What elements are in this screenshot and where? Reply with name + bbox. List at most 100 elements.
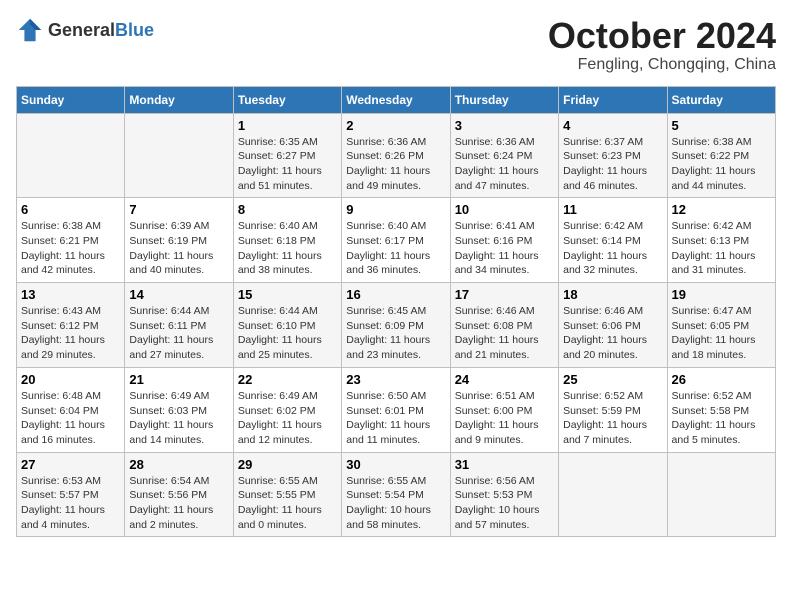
calendar-cell: 30 Sunrise: 6:55 AMSunset: 5:54 PMDayligh…: [342, 452, 450, 537]
day-detail: Sunrise: 6:37 AMSunset: 6:23 PMDaylight:…: [563, 136, 647, 192]
calendar-cell: 15Sunrise: 6:44 AMSunset: 6:10 PMDayligh…: [233, 283, 341, 368]
calendar-cell: 5 Sunrise: 6:38 AMSunset: 6:22 PMDaylight…: [667, 113, 775, 198]
day-detail: Sunrise: 6:45 AMSunset: 6:09 PMDaylight:…: [346, 305, 430, 361]
day-detail: Sunrise: 6:50 AMSunset: 6:01 PMDaylight:…: [346, 390, 430, 446]
day-number: 3: [455, 118, 554, 133]
calendar-week-2: 6 Sunrise: 6:38 AMSunset: 6:21 PMDaylight…: [17, 198, 776, 283]
calendar-cell: 31Sunrise: 6:56 AMSunset: 5:53 PMDayligh…: [450, 452, 558, 537]
day-number: 28: [129, 457, 228, 472]
day-detail: Sunrise: 6:42 AMSunset: 6:14 PMDaylight:…: [563, 220, 647, 276]
calendar-cell: 2 Sunrise: 6:36 AMSunset: 6:26 PMDaylight…: [342, 113, 450, 198]
day-number: 30: [346, 457, 445, 472]
calendar-cell: [559, 452, 667, 537]
day-detail: Sunrise: 6:40 AMSunset: 6:18 PMDaylight:…: [238, 220, 322, 276]
day-detail: Sunrise: 6:42 AMSunset: 6:13 PMDaylight:…: [672, 220, 756, 276]
day-number: 19: [672, 287, 771, 302]
logo: General Blue: [16, 16, 154, 44]
day-detail: Sunrise: 6:38 AMSunset: 6:21 PMDaylight:…: [21, 220, 105, 276]
calendar-cell: 21 Sunrise: 6:49 AMSunset: 6:03 PMDayligh…: [125, 367, 233, 452]
day-number: 10: [455, 202, 554, 217]
calendar-cell: 4Sunrise: 6:37 AMSunset: 6:23 PMDaylight…: [559, 113, 667, 198]
calendar-week-5: 27 Sunrise: 6:53 AMSunset: 5:57 PMDayligh…: [17, 452, 776, 537]
calendar-cell: 11 Sunrise: 6:42 AMSunset: 6:14 PMDayligh…: [559, 198, 667, 283]
calendar-cell: 28 Sunrise: 6:54 AMSunset: 5:56 PMDayligh…: [125, 452, 233, 537]
calendar-week-1: 1Sunrise: 6:35 AMSunset: 6:27 PMDaylight…: [17, 113, 776, 198]
day-number: 22: [238, 372, 337, 387]
day-number: 27: [21, 457, 120, 472]
day-number: 31: [455, 457, 554, 472]
col-header-sunday: Sunday: [17, 86, 125, 113]
calendar-cell: 14Sunrise: 6:44 AMSunset: 6:11 PMDayligh…: [125, 283, 233, 368]
day-number: 20: [21, 372, 120, 387]
calendar-cell: 25 Sunrise: 6:52 AMSunset: 5:59 PMDayligh…: [559, 367, 667, 452]
day-number: 26: [672, 372, 771, 387]
calendar-cell: 22 Sunrise: 6:49 AMSunset: 6:02 PMDayligh…: [233, 367, 341, 452]
title-block: October 2024 Fengling, Chongqing, China: [548, 16, 776, 74]
location-title: Fengling, Chongqing, China: [548, 56, 776, 74]
day-detail: Sunrise: 6:54 AMSunset: 5:56 PMDaylight:…: [129, 475, 213, 531]
day-number: 25: [563, 372, 662, 387]
calendar-cell: 9 Sunrise: 6:40 AMSunset: 6:17 PMDaylight…: [342, 198, 450, 283]
day-detail: Sunrise: 6:38 AMSunset: 6:22 PMDaylight:…: [672, 136, 756, 192]
day-number: 5: [672, 118, 771, 133]
day-number: 21: [129, 372, 228, 387]
calendar-cell: 18 Sunrise: 6:46 AMSunset: 6:06 PMDayligh…: [559, 283, 667, 368]
calendar-cell: [17, 113, 125, 198]
day-detail: Sunrise: 6:39 AMSunset: 6:19 PMDaylight:…: [129, 220, 213, 276]
day-detail: Sunrise: 6:46 AMSunset: 6:08 PMDaylight:…: [455, 305, 539, 361]
calendar-cell: 10 Sunrise: 6:41 AMSunset: 6:16 PMDayligh…: [450, 198, 558, 283]
month-title: October 2024: [548, 16, 776, 56]
day-number: 16: [346, 287, 445, 302]
day-detail: Sunrise: 6:52 AMSunset: 5:58 PMDaylight:…: [672, 390, 756, 446]
day-detail: Sunrise: 6:36 AMSunset: 6:26 PMDaylight:…: [346, 136, 430, 192]
day-number: 11: [563, 202, 662, 217]
calendar-cell: 17 Sunrise: 6:46 AMSunset: 6:08 PMDayligh…: [450, 283, 558, 368]
calendar-cell: 20Sunrise: 6:48 AMSunset: 6:04 PMDayligh…: [17, 367, 125, 452]
col-header-thursday: Thursday: [450, 86, 558, 113]
day-number: 8: [238, 202, 337, 217]
day-number: 29: [238, 457, 337, 472]
day-detail: Sunrise: 6:53 AMSunset: 5:57 PMDaylight:…: [21, 475, 105, 531]
day-detail: Sunrise: 6:40 AMSunset: 6:17 PMDaylight:…: [346, 220, 430, 276]
col-header-friday: Friday: [559, 86, 667, 113]
day-number: 18: [563, 287, 662, 302]
day-detail: Sunrise: 6:41 AMSunset: 6:16 PMDaylight:…: [455, 220, 539, 276]
calendar-cell: 29 Sunrise: 6:55 AMSunset: 5:55 PMDayligh…: [233, 452, 341, 537]
calendar-cell: 7 Sunrise: 6:39 AMSunset: 6:19 PMDaylight…: [125, 198, 233, 283]
day-detail: Sunrise: 6:36 AMSunset: 6:24 PMDaylight:…: [455, 136, 539, 192]
calendar-header-row: SundayMondayTuesdayWednesdayThursdayFrid…: [17, 86, 776, 113]
calendar-cell: 19 Sunrise: 6:47 AMSunset: 6:05 PMDayligh…: [667, 283, 775, 368]
calendar-cell: 13Sunrise: 6:43 AMSunset: 6:12 PMDayligh…: [17, 283, 125, 368]
day-detail: Sunrise: 6:55 AMSunset: 5:55 PMDaylight:…: [238, 475, 322, 531]
day-number: 9: [346, 202, 445, 217]
logo-text-general: General: [48, 20, 115, 41]
day-number: 13: [21, 287, 120, 302]
calendar-cell: 23Sunrise: 6:50 AMSunset: 6:01 PMDayligh…: [342, 367, 450, 452]
logo-icon: [16, 16, 44, 44]
calendar-cell: 3 Sunrise: 6:36 AMSunset: 6:24 PMDaylight…: [450, 113, 558, 198]
calendar-cell: 24Sunrise: 6:51 AMSunset: 6:00 PMDayligh…: [450, 367, 558, 452]
calendar-cell: 27 Sunrise: 6:53 AMSunset: 5:57 PMDayligh…: [17, 452, 125, 537]
calendar-cell: 8 Sunrise: 6:40 AMSunset: 6:18 PMDaylight…: [233, 198, 341, 283]
day-number: 17: [455, 287, 554, 302]
col-header-tuesday: Tuesday: [233, 86, 341, 113]
day-number: 6: [21, 202, 120, 217]
calendar-cell: [125, 113, 233, 198]
day-detail: Sunrise: 6:55 AMSunset: 5:54 PMDaylight:…: [346, 475, 431, 531]
day-detail: Sunrise: 6:49 AMSunset: 6:02 PMDaylight:…: [238, 390, 322, 446]
page-header: General Blue October 2024 Fengling, Chon…: [16, 16, 776, 74]
day-number: 14: [129, 287, 228, 302]
day-detail: Sunrise: 6:46 AMSunset: 6:06 PMDaylight:…: [563, 305, 647, 361]
calendar-table: SundayMondayTuesdayWednesdayThursdayFrid…: [16, 86, 776, 538]
calendar-cell: 16 Sunrise: 6:45 AMSunset: 6:09 PMDayligh…: [342, 283, 450, 368]
col-header-saturday: Saturday: [667, 86, 775, 113]
day-number: 2: [346, 118, 445, 133]
calendar-cell: [667, 452, 775, 537]
day-detail: Sunrise: 6:49 AMSunset: 6:03 PMDaylight:…: [129, 390, 213, 446]
day-number: 1: [238, 118, 337, 133]
day-number: 24: [455, 372, 554, 387]
day-detail: Sunrise: 6:47 AMSunset: 6:05 PMDaylight:…: [672, 305, 756, 361]
day-number: 12: [672, 202, 771, 217]
day-number: 7: [129, 202, 228, 217]
day-detail: Sunrise: 6:52 AMSunset: 5:59 PMDaylight:…: [563, 390, 647, 446]
